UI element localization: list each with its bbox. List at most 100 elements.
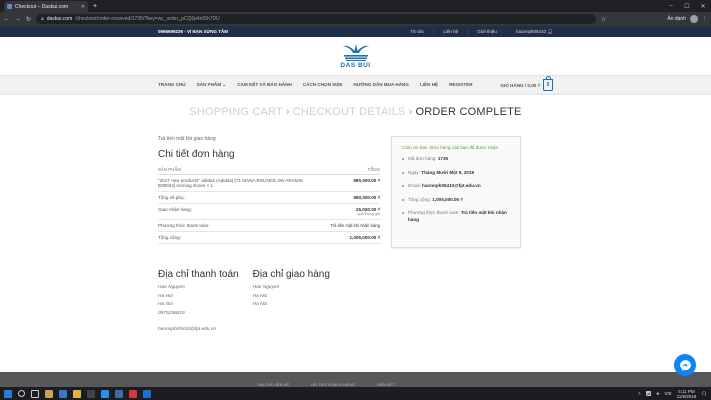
chrome-profile-icon[interactable] — [143, 389, 151, 398]
adidas-logo-icon[interactable] — [342, 43, 370, 61]
reload-icon[interactable]: ↻ — [26, 16, 31, 23]
tab-close-icon[interactable]: ✕ — [81, 4, 85, 10]
tray-arrow-icon[interactable]: ˄ — [638, 391, 641, 396]
shipping-title: Địa chỉ giao hàng — [252, 269, 330, 280]
brand-name: DAS BUI — [340, 62, 371, 69]
menu-dots-icon[interactable]: ⋮ — [702, 16, 707, 22]
site-topbar: 0966699226 - VÌ BẠN XỨNG TẦM Tin tức | L… — [0, 26, 711, 37]
nav-item-register[interactable]: REGISTER — [449, 82, 472, 88]
lock-icon: 🔒︎ — [41, 16, 44, 22]
separator: | — [467, 28, 469, 34]
network-icon[interactable]: 📶︎ — [646, 391, 652, 397]
row-label: Tổng số phụ: — [158, 191, 320, 204]
topbar-link-about[interactable]: Giới thiệu — [477, 29, 496, 35]
file-explorer-icon[interactable] — [45, 389, 53, 398]
tab-title: Checkout – Dasbui.com — [15, 3, 69, 10]
table-row: "2017 new products" adidas (Adidas) [71 … — [158, 174, 380, 192]
messenger-chat-button[interactable] — [674, 354, 696, 376]
list-item: Ngày: Tháng Mười Một 9, 2019 — [402, 170, 510, 177]
nav-items: TRANG CHỦ SẢN PHẨM ⌄ CAM KẾT VÀ BẢO HÀNH… — [158, 82, 473, 88]
os-taskbar: ˄ 📶︎ 🔊︎ VIE 5:11 PM 11/9/2019 🗨︎ — [0, 387, 711, 400]
edge-icon[interactable] — [59, 389, 67, 398]
nav-item-size-guide[interactable]: CÁCH CHỌN SIZE — [303, 82, 343, 88]
product-link[interactable]: "2017 new products" adidas (Adidas) [71 … — [158, 178, 303, 188]
separator: | — [433, 28, 435, 34]
cart-bag-icon: 0 — [543, 76, 553, 91]
task-view-icon[interactable] — [31, 389, 39, 398]
volume-icon[interactable]: 🔊︎ — [656, 391, 659, 396]
column-header-product: SẢN PHẨM — [158, 165, 320, 175]
billing-phone: 0975256819 — [158, 310, 185, 316]
username: haonnph05410 — [515, 28, 547, 34]
list-item: Mã đơn hàng: 1735 — [402, 156, 510, 163]
order-table: SẢN PHẨM TỔNG "2017 new products" adidas… — [158, 165, 380, 244]
row-value: 25,000.00 ₫ qua Đồng giá — [320, 203, 380, 220]
notifications-icon[interactable]: 🗨︎ — [701, 391, 707, 397]
screen: Checkout – Dasbui.com ✕ + – ☐ ✕ ← → ↻ 🔒︎… — [0, 0, 711, 400]
step-shopping-cart[interactable]: SHOPPING CART — [189, 106, 282, 118]
table-row: Phương thức thanh toán: Trả tiền mặt khi… — [158, 219, 380, 232]
topbar-link-contact[interactable]: Liên hệ — [443, 29, 458, 35]
window-controls: – ☐ ✕ — [663, 0, 711, 12]
search-icon[interactable] — [18, 390, 25, 397]
account-link[interactable]: haonnph05410 👤︎ — [516, 29, 553, 35]
table-row: Tổng cộng: 1,005,000.00 ₫ — [158, 231, 380, 244]
minimize-icon[interactable]: – — [663, 3, 679, 9]
product-name: "2017 new products" adidas (Adidas) [71 … — [158, 174, 320, 192]
nav-item-warranty[interactable]: CAM KẾT VÀ BẢO HÀNH — [237, 82, 292, 88]
payment-method-label: Phương thức thanh toán: — [408, 210, 460, 215]
input-language[interactable]: VIE — [664, 391, 671, 396]
profile-label: Ẩn danh — [667, 16, 686, 22]
star-icon[interactable]: ☆ — [601, 16, 606, 23]
topbar-link-news[interactable]: Tin tức — [410, 29, 424, 35]
filezilla-icon[interactable] — [129, 389, 137, 398]
chevron-right-icon: › — [408, 106, 413, 118]
clock-time: 5:11 PM — [678, 388, 695, 394]
billing-email: haonnph05410@fpt.edu.vn — [158, 327, 216, 332]
nav-item-home[interactable]: TRANG CHỦ — [158, 82, 186, 88]
site-footer: ĐỊA CHỈ LIÊN HỆ HỖ TRỢ KHÁCH HÀNG LIÊN K… — [0, 372, 711, 387]
windows-start-icon[interactable] — [4, 389, 12, 398]
nav-item-products[interactable]: SẢN PHẨM ⌄ — [197, 82, 227, 88]
order-summary: Cảm ơn bạn. Đơn hàng của bạn đã được nhậ… — [391, 136, 521, 248]
clock-date: 11/9/2019 — [676, 393, 697, 399]
site-header: DAS BUI — [0, 37, 711, 75]
clock[interactable]: 5:11 PM 11/9/2019 — [677, 389, 697, 399]
list-item: Phương thức thanh toán: Trả tiền mặt khi… — [402, 210, 510, 223]
maximize-icon[interactable]: ☐ — [679, 3, 695, 10]
addresses: Địa chỉ thanh toán Hao Nguyen Ha Noi Ha … — [158, 269, 330, 335]
chrome-icon[interactable] — [73, 389, 81, 398]
messenger-icon — [679, 359, 691, 371]
vscode-icon[interactable] — [101, 389, 109, 398]
cart-link[interactable]: GIỎ HÀNG / 0,00 ₫ 0 — [500, 76, 553, 91]
chevron-down-icon: ⌄ — [222, 82, 227, 87]
nav-item-contact[interactable]: LIÊN HỆ — [420, 82, 438, 88]
browser-tab[interactable]: Checkout – Dasbui.com ✕ — [4, 1, 88, 12]
forward-icon[interactable]: → — [15, 16, 21, 22]
order-number: 1735 — [437, 156, 449, 161]
phone-number: 0966699226 — [158, 29, 184, 34]
new-tab-icon[interactable]: + — [93, 1, 97, 12]
shipping-line2: Ha Noi — [252, 302, 268, 307]
row-label: Giao nhận hàng: — [158, 203, 320, 220]
address-bar[interactable]: 🔒︎ dasbui.com /checkout/order-received/1… — [36, 14, 597, 24]
browser-tab-bar: Checkout – Dasbui.com ✕ + – ☐ ✕ — [0, 0, 711, 12]
profile-area[interactable]: Ẩn danh ⋮ — [667, 15, 707, 23]
nav-item-buying-guide[interactable]: HƯỚNG DẪN MUA HÀNG — [353, 82, 409, 88]
app-icon[interactable] — [115, 389, 123, 398]
product-price: 980,000.00 ₫ — [320, 174, 380, 192]
system-tray: ˄ 📶︎ 🔊︎ VIE 5:11 PM 11/9/2019 🗨︎ — [638, 389, 707, 399]
back-icon[interactable]: ← — [4, 16, 10, 22]
row-value: 1,005,000.00 ₫ — [320, 231, 380, 244]
list-item: Tổng cộng: 1,005,000.00 ₫ — [402, 197, 510, 204]
terminal-icon[interactable] — [87, 389, 95, 398]
step-checkout-details[interactable]: CHECKOUT DETAILS — [293, 106, 406, 118]
checkout-steps: SHOPPING CART › CHECKOUT DETAILS › ORDER COM… — [0, 106, 711, 118]
billing-line1: Ha Noi — [158, 293, 173, 299]
row-value: Trả tiền mặt khi nhận hàng — [320, 219, 380, 232]
billing-address: Địa chỉ thanh toán Hao Nguyen Ha Noi Ha … — [158, 269, 239, 335]
slogan: VÌ BẠN XỨNG TẦM — [187, 29, 229, 34]
step-order-complete: ORDER COMPLETE — [415, 106, 522, 118]
order-email-label: Email: — [408, 183, 421, 188]
window-close-icon[interactable]: ✕ — [695, 3, 711, 10]
